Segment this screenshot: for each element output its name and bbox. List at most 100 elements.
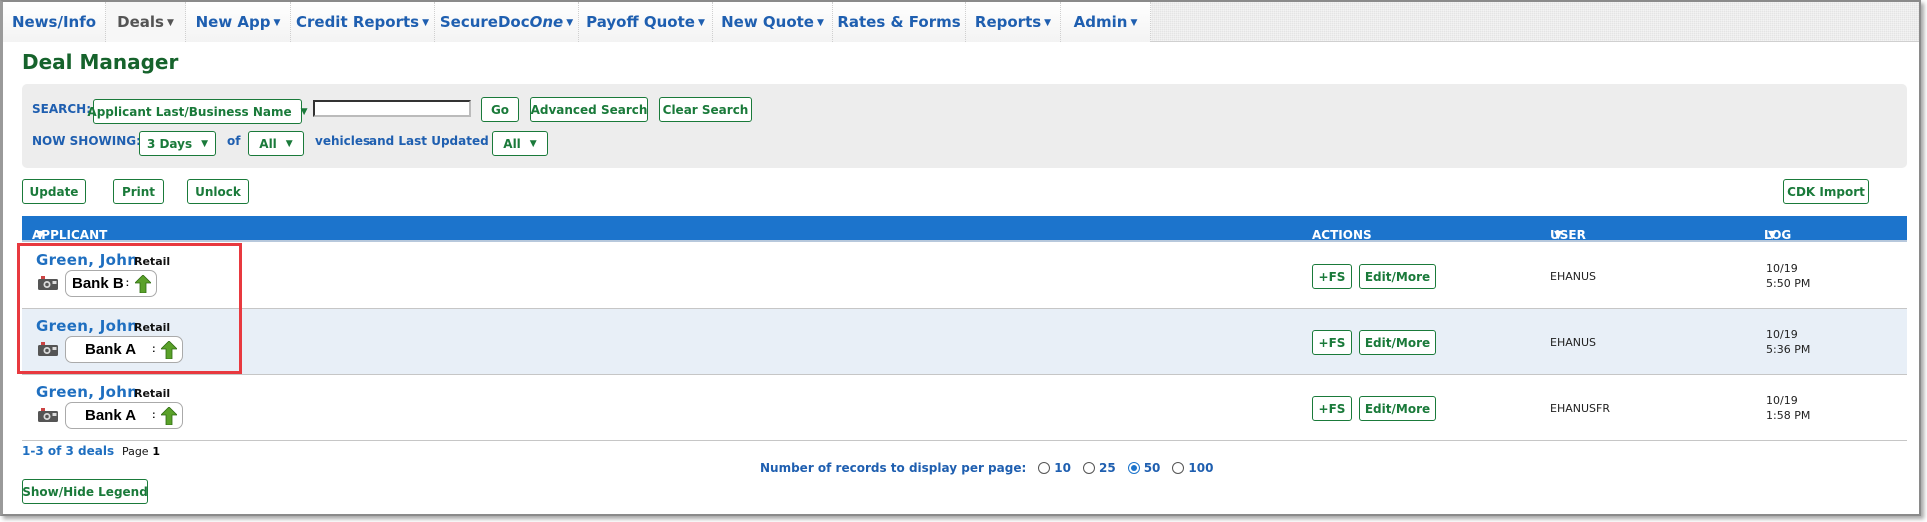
caret-down-icon: ▼ (566, 18, 574, 28)
tab-new-app[interactable]: New App ▼ (186, 2, 291, 42)
caret-down-icon: ▼ (1044, 18, 1052, 28)
edit-more-button[interactable]: Edit/More (1359, 264, 1436, 289)
tab-label: New App (195, 13, 271, 31)
search-label: SEARCH: (32, 102, 92, 116)
radio-selected-icon[interactable] (1127, 462, 1140, 474)
select-value: All (259, 136, 277, 151)
advanced-search-button[interactable]: Advanced Search (530, 97, 648, 122)
vehicles-select[interactable]: All ▼ (248, 131, 304, 156)
period-select[interactable]: 3 Days ▼ (139, 131, 216, 156)
arrow-up-icon (161, 340, 178, 359)
column-label: ACTIONS (1312, 228, 1372, 242)
search-field-select[interactable]: Applicant Last/Business Name ▼ (87, 99, 308, 124)
go-button[interactable]: Go (481, 97, 519, 122)
records-option-25[interactable]: 25 (1082, 461, 1116, 475)
applicant-name-link[interactable]: Green, John (36, 251, 138, 269)
log-cell: 10/19 5:36 PM (1766, 327, 1810, 357)
clear-search-button[interactable]: Clear Search (659, 97, 752, 122)
unlock-button[interactable]: Unlock (187, 179, 249, 204)
page-label: Page (121, 445, 149, 458)
records-option-100[interactable]: 100 (1172, 461, 1213, 475)
user-cell: EHANUSFR (1550, 402, 1610, 415)
radio-icon[interactable] (1038, 462, 1051, 474)
tab-label: Reports (974, 13, 1042, 31)
updated-by-label: and Last Updated By (369, 134, 510, 148)
edit-more-button[interactable]: Edit/More (1359, 330, 1436, 355)
separator: : (125, 278, 130, 289)
show-hide-legend-button[interactable]: Show/Hide Legend (22, 479, 148, 504)
sort-down-icon: ▼ (1554, 228, 1563, 241)
option-label: 100 (1188, 461, 1214, 475)
separator: : (152, 344, 156, 355)
deal-count: 1-3 of 3 deals (22, 444, 115, 458)
table-row: Green, John Retail Bank A : +FS Edit/Mor… (22, 375, 1907, 441)
records-option-50[interactable]: 50 (1127, 461, 1161, 475)
records-label: Number of records to display per page: (760, 461, 1027, 475)
tab-payoff-quote[interactable]: Payoff Quote ▼ (579, 2, 713, 42)
camera-icon[interactable] (38, 276, 58, 290)
tab-new-quote[interactable]: New Quote ▼ (713, 2, 833, 42)
bank-name: Bank A (85, 341, 137, 358)
caret-down-icon: ▼ (300, 106, 308, 117)
tab-rates-forms[interactable]: Rates & Forms (833, 2, 966, 42)
tab-credit-reports[interactable]: Credit Reports ▼ (291, 2, 435, 42)
pagination-summary: 1-3 of 3 deals Page 1 (22, 444, 160, 458)
deal-type: Retail (134, 387, 171, 400)
tab-label: Deals (117, 13, 164, 31)
add-fs-button[interactable]: +FS (1312, 396, 1352, 421)
vehicles-label: vehicles (315, 134, 371, 148)
tab-admin[interactable]: Admin ▼ (1061, 2, 1151, 42)
radio-icon[interactable] (1172, 462, 1185, 474)
tab-label: Admin (1073, 13, 1128, 31)
camera-icon[interactable] (38, 408, 58, 422)
records-option-10[interactable]: 10 (1038, 461, 1071, 475)
update-button[interactable]: Update (22, 179, 86, 204)
option-label: 50 (1143, 461, 1161, 475)
tab-securedocone[interactable]: SecureDoc One ▼ (435, 2, 579, 42)
log-cell: 10/19 1:58 PM (1766, 393, 1810, 423)
select-value: All (503, 136, 521, 151)
print-button[interactable]: Print (113, 179, 164, 204)
caret-down-icon: ▼ (273, 18, 281, 28)
tab-deals[interactable]: Deals ▼ (106, 2, 186, 42)
select-value: 3 Days (146, 136, 193, 151)
page-title: Deal Manager (22, 50, 179, 74)
search-input[interactable] (313, 100, 471, 117)
deal-manager-window: News/Info Deals ▼ New App ▼ Credit Reports… (0, 0, 1921, 516)
user-cell: EHANUS (1550, 270, 1597, 283)
table-row: Green, John Retail Bank A : +FS Edit/Mor… (22, 309, 1907, 375)
bank-status-box[interactable]: Bank B : (65, 270, 157, 297)
applicant-name-link[interactable]: Green, John (36, 317, 138, 335)
caret-down-icon: ▼ (697, 18, 705, 28)
radio-icon[interactable] (1082, 462, 1095, 474)
log-date: 10/19 (1766, 328, 1798, 341)
bank-status-box[interactable]: Bank A : (65, 402, 183, 429)
tab-label: Rates & Forms (837, 13, 961, 31)
log-time: 1:58 PM (1766, 409, 1811, 422)
add-fs-button[interactable]: +FS (1312, 264, 1352, 289)
add-fs-button[interactable]: +FS (1312, 330, 1352, 355)
select-value: Applicant Last/Business Name (87, 104, 292, 119)
applicant-name-link[interactable]: Green, John (36, 383, 138, 401)
log-time: 5:36 PM (1766, 343, 1811, 356)
caret-down-icon: ▼ (285, 138, 293, 149)
cdk-import-button[interactable]: CDK Import (1783, 179, 1869, 204)
option-label: 10 (1054, 461, 1071, 475)
bank-name: Bank A (85, 407, 137, 424)
tab-news-info[interactable]: News/Info (3, 2, 106, 42)
now-showing-label: NOW SHOWING: (32, 134, 141, 148)
tab-label: SecureDoc (439, 13, 530, 31)
camera-icon[interactable] (38, 342, 58, 356)
edit-more-button[interactable]: Edit/More (1359, 396, 1436, 421)
main-nav-bar: News/Info Deals ▼ New App ▼ Credit Reports… (3, 2, 1919, 42)
tab-reports[interactable]: Reports ▼ (966, 2, 1061, 42)
bank-name: Bank B (72, 275, 124, 292)
bank-status-box[interactable]: Bank A : (65, 336, 183, 363)
page-number: 1 (152, 445, 161, 458)
deal-type: Retail (134, 321, 171, 334)
caret-down-icon: ▼ (166, 18, 174, 28)
arrow-up-icon (161, 406, 178, 425)
caret-down-icon: ▼ (816, 18, 824, 28)
option-label: 25 (1098, 461, 1116, 475)
updated-by-select[interactable]: All ▼ (492, 131, 548, 156)
